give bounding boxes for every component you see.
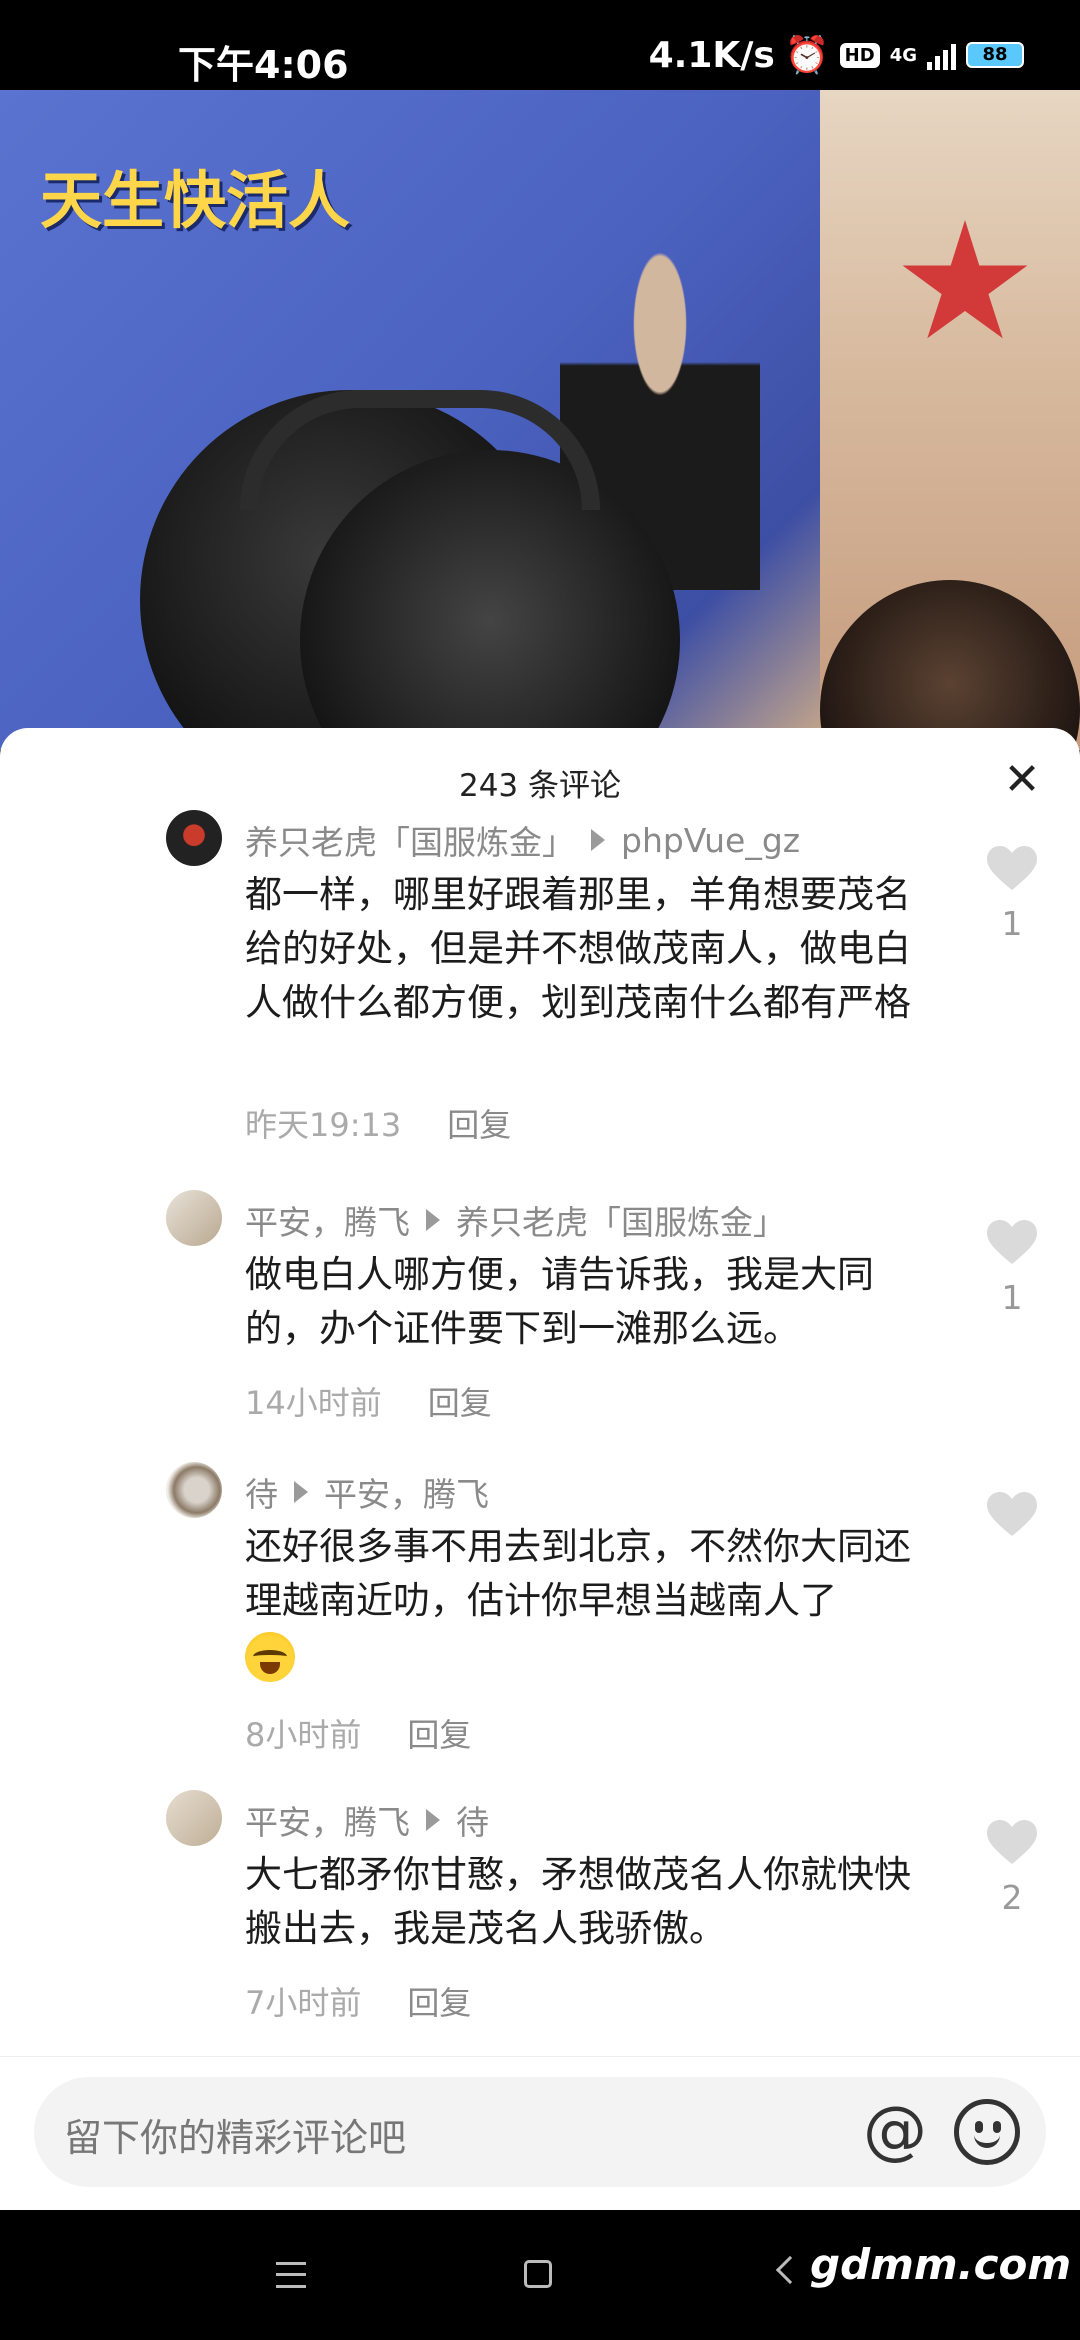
avatar[interactable]	[166, 1790, 222, 1846]
avatar[interactable]	[166, 1462, 222, 1518]
laugh-cry-emoji-icon	[245, 1631, 295, 1682]
comment-meta: 8小时前 回复	[245, 1710, 471, 1756]
comment-text: 还好很多事不用去到北京，不然你大同还理越南近叻，估计你早想当越南人了	[245, 1520, 945, 1682]
reply-button[interactable]: 回复	[407, 1978, 471, 2024]
comments-sheet: 243 条评论 ✕ 养只老虎「国服炼金」 phpVue_gz 都一样，哪里好跟着…	[0, 728, 1080, 2208]
comment-header: 养只老虎「国服炼金」 phpVue_gz	[245, 816, 800, 864]
avatar[interactable]	[166, 1190, 222, 1246]
reply-to-user[interactable]: 待	[456, 1796, 489, 1844]
reply-button[interactable]: 回复	[407, 1710, 471, 1756]
system-nav-bar: gdmm.com	[0, 2210, 1080, 2340]
reply-arrow-icon	[426, 1809, 440, 1831]
comment-time: 昨天19:13	[245, 1106, 402, 1144]
comment-header: 平安，腾飞 养只老虎「国服炼金」	[245, 1196, 786, 1244]
like-count: 1	[1001, 904, 1023, 943]
heart-icon	[987, 1820, 1037, 1866]
like-button[interactable]	[984, 1492, 1040, 1550]
heart-icon	[987, 1220, 1037, 1266]
like-count: 1	[1001, 1278, 1023, 1317]
signal-icon	[927, 40, 956, 70]
comment-input[interactable]: 留下你的精彩评论吧 @	[34, 2077, 1046, 2187]
like-button[interactable]: 1	[984, 846, 1040, 943]
comment-time: 14小时前	[245, 1384, 382, 1422]
battery-icon: 88	[966, 42, 1024, 68]
net-speed: 4.1K/s	[648, 34, 775, 76]
comment-author[interactable]: 平安，腾飞	[245, 1796, 410, 1844]
reply-arrow-icon	[591, 829, 605, 851]
smile-mouth	[974, 2132, 1000, 2148]
comment-meta: 昨天19:13 回复	[245, 1100, 511, 1146]
hd-badge: HD	[839, 42, 880, 68]
comment-meta: 7小时前 回复	[245, 1978, 471, 2024]
video-player[interactable]: 天生快活人	[0, 90, 1080, 750]
status-time: 下午4:06	[178, 43, 349, 87]
reply-to-user[interactable]: phpVue_gz	[621, 821, 800, 860]
at-icon[interactable]: @	[862, 2099, 928, 2165]
status-icons: 4.1K/s ⏰ HD 4G 88	[649, 34, 1024, 76]
home-icon[interactable]	[524, 2260, 552, 2288]
status-bar: 下午4:06 4.1K/s ⏰ HD 4G 88	[0, 0, 1080, 90]
like-count: 2	[1001, 1878, 1023, 1917]
avatar[interactable]	[166, 810, 222, 866]
reply-button[interactable]: 回复	[428, 1378, 492, 1424]
like-button[interactable]: 1	[984, 1220, 1040, 1317]
comment-text: 做电白人哪方便，请告诉我，我是大同的，办个证件要下到一滩那么远。	[245, 1253, 874, 1350]
comment-text: 都一样，哪里好跟着那里，羊角想要茂名给的好处，但是并不想做茂南人，做电白人做什么…	[245, 873, 911, 1024]
comment-time: 7小时前	[245, 1984, 362, 2022]
heart-icon	[987, 1492, 1037, 1538]
reply-arrow-icon	[426, 1209, 440, 1231]
reply-button[interactable]: 回复	[447, 1100, 511, 1146]
poster-logo: 天生快活人	[40, 164, 351, 237]
reply-to-user[interactable]: 养只老虎「国服炼金」	[456, 1196, 786, 1244]
watermark: gdmm.com	[810, 2240, 1072, 2289]
heart-icon	[987, 846, 1037, 892]
comment-author[interactable]: 平安，腾飞	[245, 1196, 410, 1244]
alarm-icon: ⏰	[784, 35, 830, 76]
network-type: 4G	[889, 44, 917, 66]
comment-header: 平安，腾飞 待	[245, 1796, 489, 1844]
comment-text-body: 还好很多事不用去到北京，不然你大同还理越南近叻，估计你早想当越南人了	[245, 1525, 911, 1622]
comment-meta: 14小时前 回复	[245, 1378, 492, 1424]
reply-to-user[interactable]: 平安，腾飞	[324, 1468, 489, 1516]
like-button[interactable]: 2	[984, 1820, 1040, 1917]
comment-time: 8小时前	[245, 1716, 362, 1754]
close-icon[interactable]: ✕	[998, 756, 1046, 804]
comment-author[interactable]: 养只老虎「国服炼金」	[245, 816, 575, 864]
comment-text: 大七都矛你甘憨，矛想做茂名人你就快快搬出去，我是茂名人我骄傲。	[245, 1853, 911, 1950]
comment-input-placeholder: 留下你的精彩评论吧	[64, 2116, 407, 2160]
reply-arrow-icon	[294, 1481, 308, 1503]
smile-icon[interactable]	[954, 2099, 1020, 2165]
comment-author[interactable]: 待	[245, 1468, 278, 1516]
comment-input-bar: 留下你的精彩评论吧 @	[0, 2056, 1080, 2210]
menu-icon[interactable]	[276, 2262, 306, 2288]
comment-header: 待 平安，腾飞	[245, 1468, 489, 1516]
comments-count-title: 243 条评论	[458, 768, 622, 804]
back-icon[interactable]	[775, 2255, 805, 2285]
